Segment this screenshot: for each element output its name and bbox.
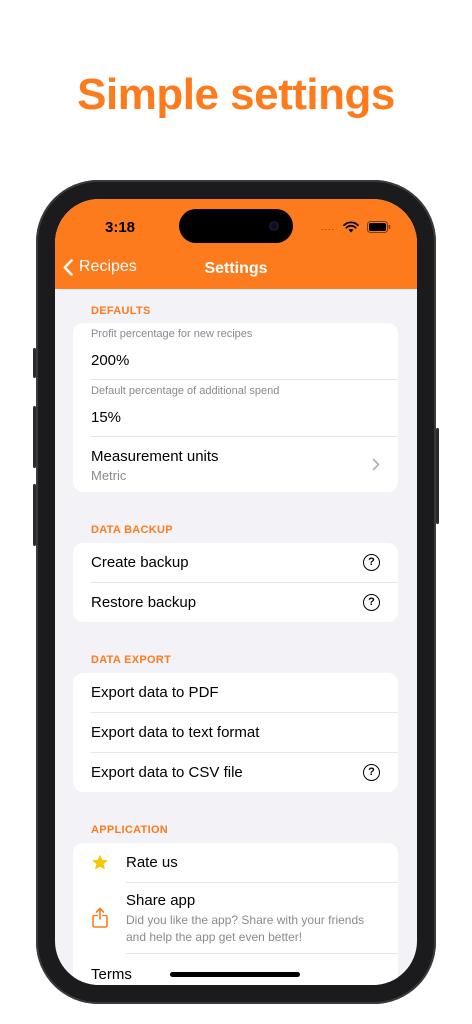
navigation-bar: 3:18 .... Recipes Settings <box>55 199 417 289</box>
restore-backup-label: Restore backup <box>91 594 197 611</box>
phone-screen: 3:18 .... Recipes Settings DEFAULTS Prof… <box>55 199 417 985</box>
defaults-card: Profit percentage for new recipes 200% D… <box>73 323 398 492</box>
additional-spend-caption: Default percentage of additional spend <box>91 385 280 397</box>
power-button <box>436 428 439 524</box>
section-header-data-backup: DATA BACKUP <box>91 524 173 536</box>
chevron-right-icon <box>372 458 380 471</box>
headline: Simple settings <box>77 70 395 119</box>
create-backup-row[interactable]: Create backup ? <box>73 543 398 582</box>
back-button-label: Recipes <box>79 258 137 275</box>
terms-label: Terms <box>91 966 132 983</box>
status-time: 3:18 <box>105 219 136 236</box>
home-indicator <box>170 972 300 977</box>
section-header-data-export: DATA EXPORT <box>91 654 172 666</box>
chevron-left-icon <box>63 258 73 276</box>
share-app-label: Share app <box>126 892 196 909</box>
camera-icon <box>269 221 279 231</box>
back-button[interactable]: Recipes <box>63 258 137 276</box>
rate-us-label: Rate us <box>126 854 178 871</box>
terms-row[interactable]: Terms <box>73 954 398 985</box>
mute-switch <box>33 348 36 378</box>
export-csv-row[interactable]: Export data to CSV file ? <box>73 753 398 792</box>
signal-dots: .... <box>320 222 335 232</box>
measurement-units-row[interactable]: Measurement units Metric <box>73 437 398 492</box>
phone-frame: 3:18 .... Recipes Settings DEFAULTS Prof… <box>33 180 439 1004</box>
application-card: Rate us Share app Did you like the app? … <box>73 843 398 985</box>
help-icon[interactable]: ? <box>363 594 380 611</box>
export-card: Export data to PDF Export data to text f… <box>73 673 398 792</box>
restore-backup-row[interactable]: Restore backup ? <box>73 583 398 622</box>
export-csv-label: Export data to CSV file <box>91 764 243 781</box>
export-text-row[interactable]: Export data to text format <box>73 713 398 752</box>
rate-us-row[interactable]: Rate us <box>73 843 398 882</box>
profit-percentage-row[interactable]: Profit percentage for new recipes 200% <box>73 323 398 379</box>
create-backup-label: Create backup <box>91 554 189 571</box>
share-app-description-line2: and help the app get even better! <box>126 930 303 944</box>
measurement-units-value: Metric <box>91 468 127 483</box>
section-header-defaults: DEFAULTS <box>91 305 151 317</box>
help-icon[interactable]: ? <box>363 554 380 571</box>
additional-spend-field[interactable]: 15% <box>91 409 121 426</box>
profit-percentage-caption: Profit percentage for new recipes <box>91 328 253 340</box>
share-icon <box>92 907 108 928</box>
share-app-row[interactable]: Share app Did you like the app? Share wi… <box>73 883 398 953</box>
dynamic-island <box>179 209 293 243</box>
volume-up-button <box>33 406 36 468</box>
wifi-icon <box>343 221 359 233</box>
export-pdf-row[interactable]: Export data to PDF <box>73 673 398 712</box>
additional-spend-row[interactable]: Default percentage of additional spend 1… <box>73 380 398 436</box>
battery-icon <box>367 221 391 233</box>
section-header-application: APPLICATION <box>91 824 169 836</box>
star-icon <box>92 854 108 870</box>
export-pdf-label: Export data to PDF <box>91 684 219 701</box>
volume-down-button <box>33 484 36 546</box>
measurement-units-label: Measurement units <box>91 448 219 465</box>
export-text-label: Export data to text format <box>91 724 260 741</box>
share-app-description-line1: Did you like the app? Share with your fr… <box>126 913 365 927</box>
status-icons: .... <box>321 221 391 233</box>
profit-percentage-field[interactable]: 200% <box>91 352 129 369</box>
help-icon[interactable]: ? <box>363 764 380 781</box>
backup-card: Create backup ? Restore backup ? <box>73 543 398 622</box>
